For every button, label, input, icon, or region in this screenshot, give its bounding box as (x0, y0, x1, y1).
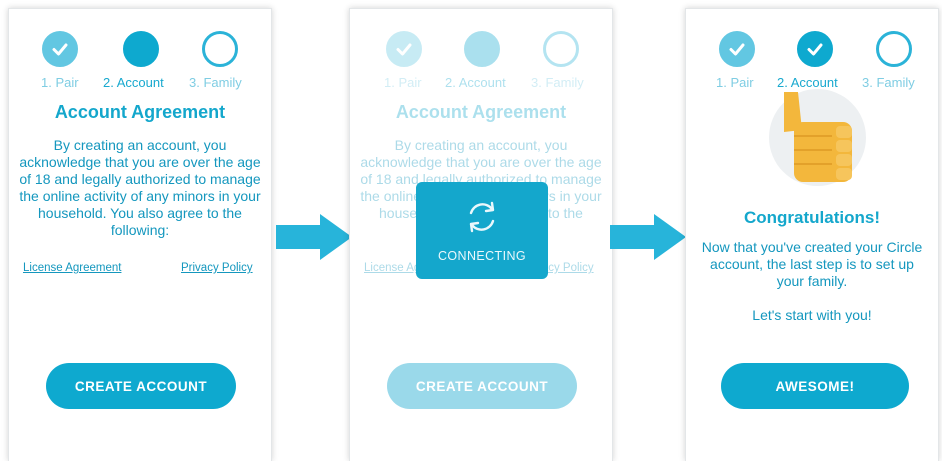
arrow-right-icon (276, 214, 352, 260)
check-icon (396, 43, 412, 56)
step-indicator: 1. Pair 2. Account 3. Family (350, 19, 612, 90)
step-label-family: 3. Family (531, 75, 584, 90)
step-family-pending (202, 31, 238, 67)
connecting-overlay: CONNECTING (416, 182, 548, 279)
step-label-family: 3. Family (862, 75, 915, 90)
check-icon (52, 43, 68, 56)
congratulations-title: Congratulations! (744, 208, 880, 227)
create-account-button-disabled: CREATE ACCOUNT (387, 363, 577, 409)
arrow-right-icon (610, 214, 686, 260)
step-family-pending (876, 31, 912, 67)
license-agreement-link[interactable]: License Agreement (23, 262, 121, 274)
create-account-button[interactable]: CREATE ACCOUNT (46, 363, 236, 409)
step-account-current (464, 31, 500, 67)
step-indicator: 1. Pair 2. Account 3. Family (9, 19, 271, 90)
step-label-account: 2. Account (445, 75, 506, 90)
step-pair-complete (42, 31, 78, 67)
agreement-text: By creating an account, you acknowledge … (19, 137, 261, 238)
page-title: Account Agreement (54, 102, 226, 122)
thumbs-up-icon (784, 92, 852, 182)
refresh-icon (469, 201, 495, 233)
step-family-pending (543, 31, 579, 67)
step-label-family: 3. Family (189, 75, 242, 90)
check-icon (807, 43, 823, 56)
step-pair-complete (386, 31, 422, 67)
check-icon (729, 43, 745, 56)
step-label-pair: 1. Pair (41, 75, 79, 90)
start-prompt: Let's start with you! (752, 307, 872, 323)
step-indicator: 1. Pair 2. Account 3. Family (686, 19, 938, 90)
step-label-pair: 1. Pair (384, 75, 422, 90)
privacy-policy-link[interactable]: Privacy Policy (181, 262, 253, 274)
page-title: Account Agreement (395, 102, 567, 122)
step-label-pair: 1. Pair (716, 75, 754, 90)
account-agreement-screen: 1. Pair 2. Account 3. Family Account Agr… (8, 8, 272, 461)
step-pair-complete (719, 31, 755, 67)
congratulations-text: Now that you've created your Circle acco… (701, 239, 923, 289)
step-account-complete (797, 31, 833, 67)
awesome-button[interactable]: AWESOME! (721, 363, 909, 409)
congratulations-screen: 1. Pair 2. Account 3. Family Congratulat… (685, 8, 939, 461)
connecting-screen: 1. Pair 2. Account 3. Family Account Agr… (349, 8, 613, 461)
step-account-current (123, 31, 159, 67)
connecting-label: CONNECTING (437, 249, 527, 263)
step-label-account: 2. Account (103, 75, 164, 90)
